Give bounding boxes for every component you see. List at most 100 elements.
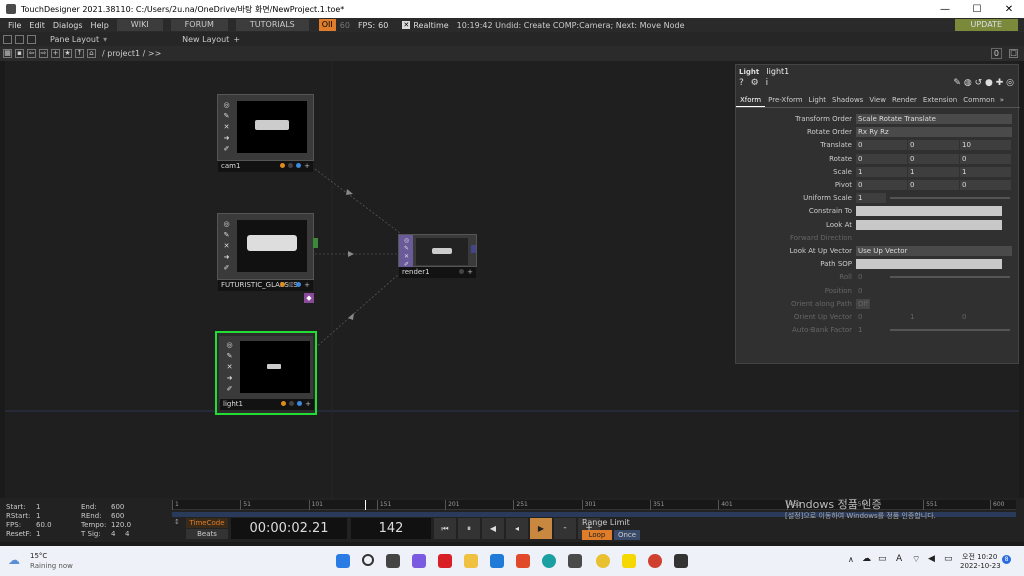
network-path[interactable]: / project1 / >> [102, 49, 161, 58]
playhead[interactable] [364, 500, 366, 510]
node-label[interactable]: cam1 + [218, 161, 313, 172]
menu-file[interactable]: File [8, 21, 21, 30]
maximize-icon[interactable]: ☐ [962, 0, 992, 18]
chevron-down-icon[interactable]: ▾ [103, 35, 107, 44]
pane-close-icon[interactable]: □ [1009, 49, 1018, 58]
browser-icon[interactable] [648, 554, 662, 568]
x-icon[interactable]: ✕ [224, 242, 230, 250]
search-icon[interactable] [362, 554, 374, 566]
tab-shadows[interactable]: Shadows [829, 96, 866, 107]
perf-monitor-button[interactable]: OII [318, 19, 336, 31]
notification-badge[interactable]: 8 [1002, 555, 1011, 564]
viewer-icon[interactable]: ◎ [404, 237, 409, 244]
parent-icon[interactable]: ↑ [75, 49, 84, 58]
timecode-tab[interactable]: TimeCode [186, 518, 228, 528]
clock-date[interactable]: 2022-10-23 [960, 562, 1001, 570]
display-flag-icon[interactable] [296, 163, 302, 168]
chat-icon[interactable] [412, 554, 426, 568]
param-field[interactable]: 0 [856, 180, 907, 190]
end-value[interactable]: 600 [111, 503, 124, 512]
language-indicator[interactable]: A [896, 554, 902, 564]
rstart-value[interactable]: 1 [36, 512, 81, 521]
tsig-value[interactable]: 4 [125, 530, 129, 539]
pickable-flag-icon[interactable] [289, 401, 295, 406]
task-view-icon[interactable] [386, 554, 400, 568]
netflix-icon[interactable] [438, 554, 452, 568]
pen-icon[interactable]: ✎ [227, 352, 233, 360]
pane-number[interactable]: 0 [990, 48, 1002, 59]
param-field[interactable]: 1 [856, 166, 907, 177]
lock-icon[interactable]: ✐ [224, 145, 230, 153]
tabs-more-icon[interactable]: » [998, 96, 1006, 107]
mail-icon[interactable] [490, 554, 504, 568]
node-label[interactable]: render1 + [399, 267, 476, 278]
node-futuristic-glasses[interactable]: ◎ ✎ ✕ ➜ ✐ FUTURISTIC_GLASSES + ◆ [217, 213, 318, 303]
timeline-toggle-icon[interactable]: ↕ [174, 518, 184, 538]
lock-icon[interactable]: ✐ [227, 385, 233, 393]
param-field[interactable]: 10 [960, 140, 1011, 151]
wiki-button[interactable]: WIKI [116, 19, 163, 31]
rewind-icon[interactable]: ⏮ [434, 518, 456, 539]
node-label[interactable]: light1 + [220, 399, 314, 410]
frame-display[interactable]: 142 [351, 518, 431, 539]
weather-temp[interactable]: 15°C [30, 552, 47, 560]
kakaotalk-icon[interactable] [622, 554, 636, 568]
step-back-icon[interactable]: ◀ [482, 518, 504, 539]
pane-layout-label[interactable]: Pane Layout [50, 35, 99, 44]
viewer-icon[interactable]: ◎ [223, 101, 229, 109]
minimize-icon[interactable]: — [930, 0, 960, 18]
clock-time[interactable]: 오전 10:20 [962, 552, 997, 562]
edge-icon[interactable] [542, 554, 556, 568]
op-name[interactable]: light1 [766, 67, 789, 76]
param-field[interactable]: 0 [908, 180, 959, 190]
tab-pre-xform[interactable]: Pre-Xform [765, 96, 805, 107]
file-explorer-icon[interactable] [464, 554, 478, 568]
loop-button[interactable]: Loop [582, 530, 612, 540]
start-icon[interactable] [336, 554, 350, 568]
param-field[interactable]: 0 [908, 140, 959, 151]
tab-common[interactable]: Common [960, 96, 998, 107]
battery-icon[interactable]: ▭ [944, 554, 953, 564]
add-op-icon[interactable]: + [51, 49, 60, 58]
expand-icon[interactable]: + [304, 281, 310, 289]
python-icon[interactable]: ⚙ [751, 78, 759, 88]
x-icon[interactable]: ✕ [404, 253, 409, 260]
touchdesigner-taskbar-icon[interactable] [674, 554, 688, 568]
timecode-display[interactable]: 00:00:02.21 [231, 518, 347, 539]
param-field[interactable]: 0 [856, 140, 907, 151]
viewer-icon[interactable]: ◎ [226, 341, 232, 349]
material-icon[interactable]: ◆ [304, 293, 314, 303]
timeline-ruler[interactable]: 1 51 101 151 201 251 301 351 401 451 501 551 600 [172, 500, 1016, 510]
menu-dialogs[interactable]: Dialogs [53, 21, 83, 30]
add-icon[interactable]: ✚ [996, 78, 1004, 88]
weather-icon[interactable]: ☁ [8, 552, 24, 568]
param-field[interactable]: 0 [960, 180, 1011, 190]
display-flag-icon[interactable] [296, 282, 302, 287]
refresh-icon[interactable]: ↺ [975, 78, 983, 88]
python-icon[interactable]: ● [985, 78, 993, 88]
play-reverse-icon[interactable]: ◂ [506, 518, 528, 539]
param-menu[interactable]: Use Up Vector [856, 246, 1012, 256]
lock-icon[interactable]: ✐ [224, 264, 230, 272]
tab-light[interactable]: Light [806, 96, 829, 107]
param-slider[interactable] [890, 197, 1010, 200]
home-icon[interactable]: ⌂ [87, 49, 96, 58]
network-icon[interactable]: ▪ [15, 49, 24, 58]
output-connector[interactable] [313, 238, 318, 248]
update-button[interactable]: UPDATE [954, 19, 1018, 31]
weather-status[interactable]: Raining now [30, 562, 73, 570]
wifi-icon[interactable]: ⌔ [912, 554, 920, 565]
node-render1[interactable]: ◎ ✎ ✕ ✐ render1 + [398, 234, 477, 278]
display-flag-icon[interactable] [297, 401, 303, 406]
add-layout-icon[interactable]: + [233, 35, 240, 44]
menu-help[interactable]: Help [91, 21, 109, 30]
render-flag-icon[interactable] [280, 163, 286, 168]
param-field[interactable]: 0 [960, 153, 1011, 164]
tempo-value[interactable]: 120.0 [111, 521, 131, 530]
pen-icon[interactable]: ✎ [404, 245, 409, 252]
pause-icon[interactable]: ⏸ [458, 518, 480, 539]
chrome-icon[interactable] [596, 554, 610, 568]
render-flag-icon[interactable] [280, 282, 286, 287]
close-icon[interactable]: ✕ [994, 0, 1024, 18]
split-vertical-icon[interactable] [15, 34, 24, 44]
